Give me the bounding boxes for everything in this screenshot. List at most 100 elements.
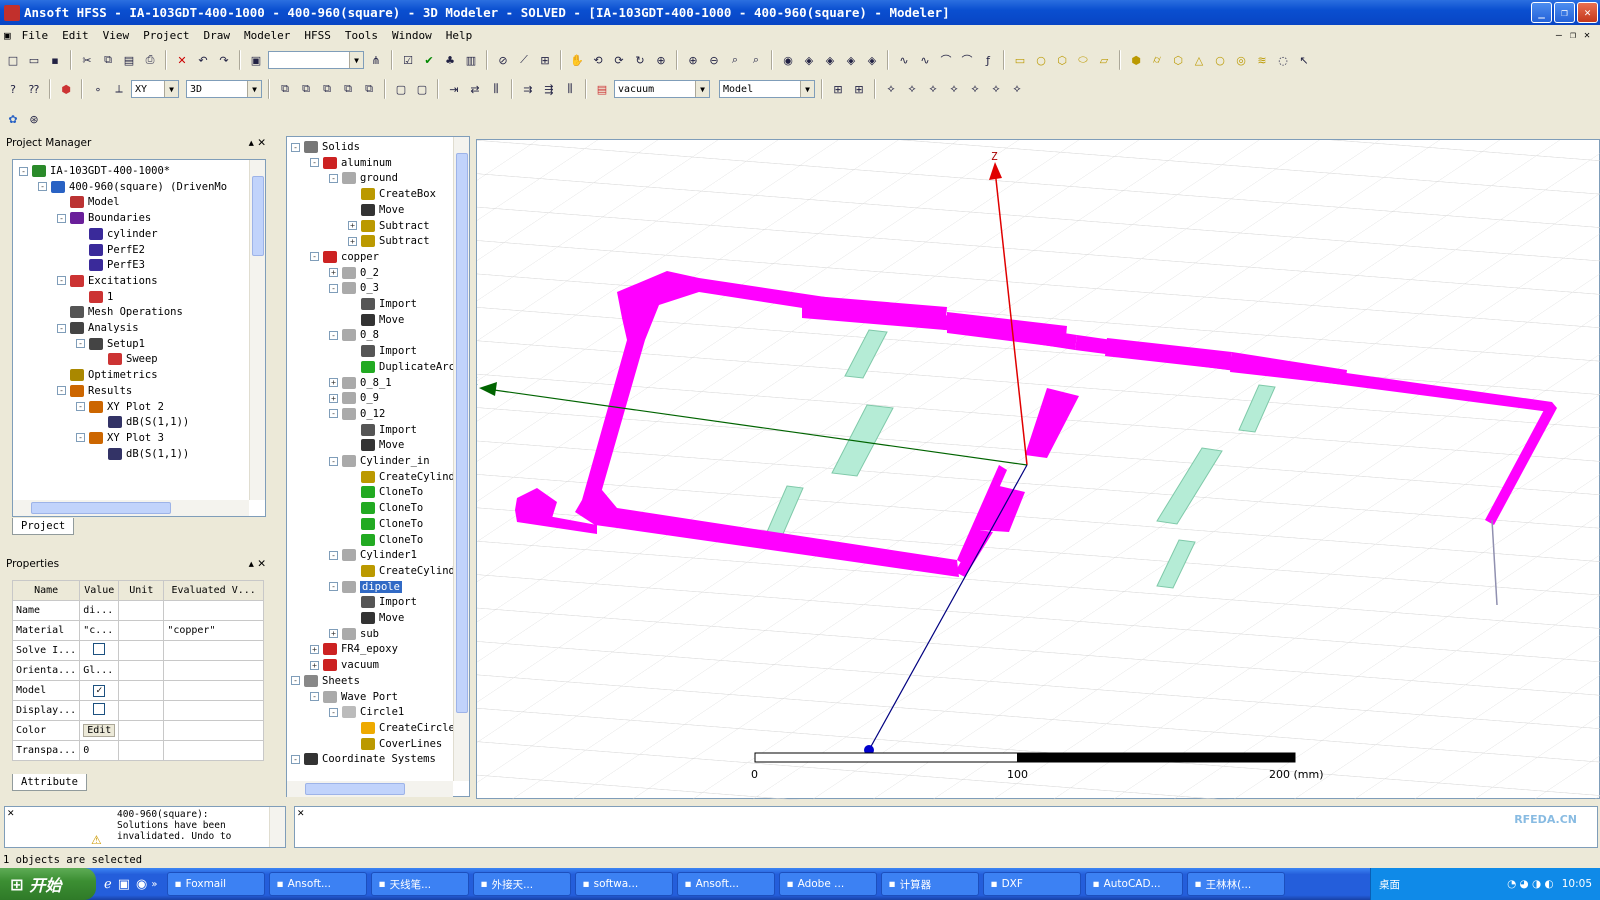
view-icon[interactable]: ◉ [779, 51, 797, 69]
history-tree-node[interactable]: - ground [329, 170, 398, 186]
project-tree-node[interactable]: - Boundaries [57, 210, 151, 226]
sweep-along-icon[interactable]: ▢ [413, 80, 431, 98]
project-tree-node[interactable]: - 400-960(square) (DrivenMo [38, 179, 227, 195]
duplicate-around-icon[interactable]: ⇶ [540, 80, 558, 98]
plot-icon[interactable]: ⟋ [515, 51, 533, 69]
draw-cylinder-icon[interactable]: ⌭ [1148, 51, 1166, 69]
collapse-icon[interactable]: - [57, 276, 66, 286]
mdi-restore-icon[interactable]: ❐ [1570, 30, 1576, 41]
unite-icon[interactable]: ⧉ [276, 80, 294, 98]
dropdown-arrow-icon[interactable]: ▼ [164, 81, 178, 97]
history-tree-node[interactable]: - 0_8 [329, 327, 379, 343]
history-tree-node[interactable]: Move [348, 437, 404, 453]
rotate-axis-icon[interactable]: ⟳ [610, 51, 628, 69]
message-vscroll[interactable] [269, 807, 285, 847]
grid-icon[interactable]: ⟂ [110, 80, 128, 98]
collapse-icon[interactable]: - [76, 433, 85, 443]
taskbar-button[interactable]: ▪ DXF [983, 872, 1082, 896]
mesh-icon[interactable]: ⊞ [536, 51, 554, 69]
draw-equation-icon[interactable]: ƒ [979, 51, 997, 69]
project-tree-node[interactable]: Mesh Operations [57, 304, 183, 320]
menu-window[interactable]: Window [385, 29, 439, 42]
results-icon[interactable]: ♣ [441, 51, 459, 69]
project-tree-node[interactable]: - XY Plot 2 [76, 399, 164, 415]
taskbar-button[interactable]: ▪ Ansoft... [677, 872, 776, 896]
history-tree-node[interactable]: - 0_12 [329, 406, 385, 422]
plane-select[interactable]: XY ▼ [131, 80, 179, 98]
history-tree-node[interactable]: Move [348, 312, 404, 328]
history-tree-node[interactable]: + vacuum [310, 657, 379, 673]
mdi-minimize-icon[interactable]: – [1556, 30, 1562, 41]
help-icon[interactable]: ? [4, 80, 22, 98]
menu-modeler[interactable]: Modeler [237, 29, 297, 42]
collapse-icon[interactable]: - [291, 676, 300, 686]
snap-face-icon[interactable]: ⟡ [987, 80, 1005, 98]
tab-project[interactable]: Project [12, 518, 75, 535]
collapse-icon[interactable]: - [76, 339, 85, 349]
history-tree-node[interactable]: - 0_3 [329, 280, 379, 296]
taskbar-button[interactable]: ▪ 计算器 [881, 872, 980, 896]
property-checkbox[interactable]: ✓ [93, 684, 106, 697]
copy-icon[interactable]: ⧉ [99, 51, 117, 69]
expand-icon[interactable]: + [310, 644, 319, 654]
history-tree-node[interactable]: CloneTo [348, 484, 423, 500]
quicklaunch-ie-icon[interactable]: ℯ [104, 877, 112, 892]
taskbar-button[interactable]: ▪ 王林林(... [1187, 872, 1286, 896]
hide-icon[interactable]: ◈ [800, 51, 818, 69]
face-cs-icon[interactable]: ⊞ [850, 80, 868, 98]
history-tree-node[interactable]: CreateCircle [348, 720, 455, 736]
delete-icon[interactable]: ✕ [173, 51, 191, 69]
property-value[interactable]: "c... [79, 620, 120, 641]
message-close-icon[interactable]: ✕ [7, 809, 15, 819]
draw-helix-icon[interactable]: ≋ [1253, 51, 1271, 69]
desktop-label[interactable]: 桌面 [1371, 877, 1400, 892]
expand-icon[interactable]: + [348, 236, 357, 246]
collapse-icon[interactable]: - [329, 330, 338, 340]
draw-spiral-icon[interactable]: ◌ [1274, 51, 1292, 69]
project-tree-node[interactable]: PerfE3 [76, 257, 145, 273]
taskbar-button[interactable]: ▪ AutoCAD... [1085, 872, 1184, 896]
project-tree-vscroll[interactable] [249, 160, 265, 500]
collapse-icon[interactable]: - [310, 692, 319, 701]
subtract-icon[interactable]: ⧉ [297, 80, 315, 98]
split-icon[interactable]: ⧉ [339, 80, 357, 98]
property-row[interactable]: Display... [11, 700, 264, 721]
hfss-ie-icon[interactable]: ⊛ [25, 110, 43, 128]
intersect-icon[interactable]: ⧉ [318, 80, 336, 98]
paste-icon[interactable]: ▤ [120, 51, 138, 69]
draw-cone-icon[interactable]: △ [1190, 51, 1208, 69]
history-tree-node[interactable]: + Subtract [348, 218, 430, 234]
material-icon[interactable]: ▤ [593, 80, 611, 98]
project-tree-node[interactable]: Model [57, 194, 120, 210]
analyze-icon[interactable]: ✔ [420, 51, 438, 69]
modeler-icon[interactable]: ⬢ [57, 80, 75, 98]
history-tree-node[interactable]: DuplicateArc [348, 359, 455, 375]
menu-edit[interactable]: Edit [55, 29, 96, 42]
taskbar-button[interactable]: ▪ Ansoft... [269, 872, 368, 896]
property-row[interactable]: Material "c... "copper" [11, 620, 264, 641]
collapse-icon[interactable]: - [291, 754, 300, 764]
menu-icon[interactable]: ▣ [0, 29, 15, 42]
draw-sphere-icon[interactable]: ○ [1211, 51, 1229, 69]
taskbar-button[interactable]: ▪ 天线笔... [371, 872, 470, 896]
coord-system-icon[interactable]: ⊞ [829, 80, 847, 98]
pan-icon[interactable]: ✋ [568, 51, 586, 69]
minimize-button[interactable]: _ [1531, 2, 1552, 23]
project-tree-node[interactable]: - IA-103GDT-400-1000* [19, 163, 170, 179]
history-tree-node[interactable]: - aluminum [310, 155, 392, 171]
draw-bondwire-icon[interactable]: ↖ [1295, 51, 1313, 69]
collapse-icon[interactable]: - [329, 283, 338, 293]
expand-icon[interactable]: + [329, 393, 338, 403]
tab-attribute[interactable]: Attribute [12, 774, 87, 791]
project-tree-node[interactable]: Sweep [95, 351, 158, 367]
history-tree-node[interactable]: + FR4_epoxy [310, 641, 398, 657]
collapse-icon[interactable]: - [310, 158, 319, 168]
history-tree-node[interactable]: Move [348, 202, 404, 218]
move-icon[interactable]: ⇥ [445, 80, 463, 98]
selection-combo[interactable]: ▼ [268, 51, 364, 69]
expand-icon[interactable]: + [329, 268, 338, 278]
history-tree-node[interactable]: Import [348, 296, 417, 312]
draw-arc-icon[interactable]: ⌒ [937, 51, 955, 69]
history-tree-node[interactable]: CreateBox [348, 186, 436, 202]
project-tree-node[interactable]: dB(S(1,1)) [95, 414, 189, 430]
